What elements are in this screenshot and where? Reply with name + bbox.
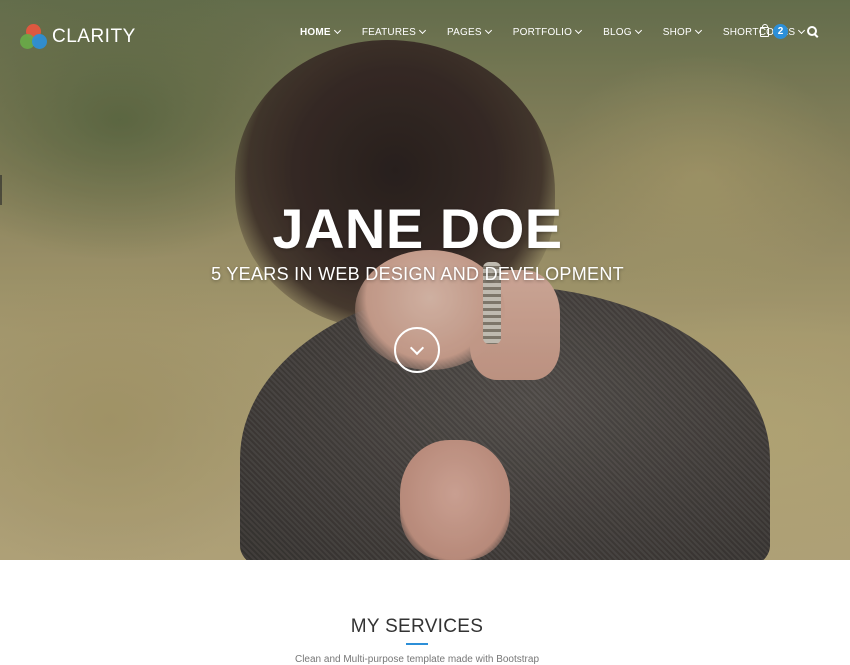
chevron-down-icon [418, 26, 427, 35]
nav-item-label: PORTFOLIO [512, 26, 573, 38]
chevron-down-icon [484, 26, 492, 35]
chevron-down-icon [634, 26, 642, 35]
nav-item-shop[interactable]: SHOP [662, 26, 702, 38]
chevron-down-icon [798, 26, 806, 35]
chevron-down-icon [575, 26, 583, 35]
main-nav: HOME FEATURES PAGES PORTFOLIO BLOG SHOP … [300, 24, 826, 40]
hero-subtitle: 5 YEARS IN WEB DESIGN AND DEVELOPMENT [211, 264, 624, 284]
search-icon[interactable] [807, 26, 817, 38]
nav-item-label: PAGES [447, 26, 482, 38]
hero-title: JANE DOE [272, 197, 563, 260]
services-divider [406, 643, 428, 645]
nav-item-pages[interactable]: PAGES [447, 26, 492, 38]
nav-item-portfolio[interactable]: PORTFOLIO [512, 26, 583, 38]
chevron-down-icon [694, 26, 702, 35]
cart-count-badge: 2 [773, 24, 788, 39]
logo-icon [20, 24, 47, 50]
hero-section: CLARITY HOME FEATURES PAGES PORTFOLIO BL… [0, 0, 850, 560]
nav-item-label: BLOG [603, 26, 632, 38]
chevron-down-icon [409, 340, 425, 356]
nav-item-blog[interactable]: BLOG [603, 26, 642, 38]
cart-button[interactable]: 2 [760, 23, 788, 39]
nav-item-label: FEATURES [361, 26, 417, 38]
nav-item-label: HOME [300, 26, 331, 38]
nav-item-home[interactable]: HOME [300, 26, 341, 38]
chevron-down-icon [333, 26, 341, 35]
nav-item-label: SHOP [662, 26, 692, 38]
shopping-bag-icon [760, 23, 769, 37]
scroll-down-button[interactable] [394, 327, 440, 373]
logo-text: CLARITY [52, 26, 136, 47]
services-title: MY SERVICES [350, 616, 484, 637]
logo[interactable]: CLARITY [20, 24, 136, 50]
nav-item-features[interactable]: FEATURES [361, 26, 427, 38]
